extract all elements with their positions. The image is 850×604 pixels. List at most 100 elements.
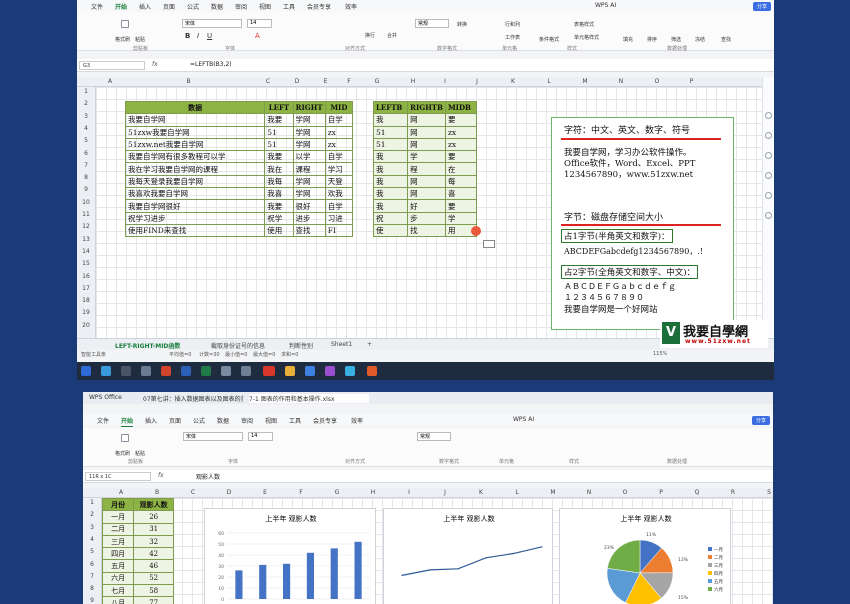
app-icon[interactable] xyxy=(305,366,315,376)
row-header[interactable]: 4 xyxy=(77,125,95,132)
menu-item[interactable]: 页面 xyxy=(163,2,175,11)
table-cell[interactable]: 52 xyxy=(133,571,174,586)
header-cell[interactable]: MID xyxy=(324,100,354,115)
line-point[interactable] xyxy=(457,568,459,570)
column-header[interactable]: F xyxy=(283,489,319,496)
window-tab[interactable]: 7-1 图表的作用和基本操作.xlsx xyxy=(249,394,369,403)
table-cell[interactable]: 每 xyxy=(444,174,478,189)
column-header[interactable]: N xyxy=(603,78,639,85)
row-header[interactable]: 9 xyxy=(77,186,95,193)
column-header[interactable]: G xyxy=(319,489,355,496)
table-cell[interactable]: zx xyxy=(444,125,478,139)
table-cell[interactable]: 七月 xyxy=(101,584,135,598)
table-cell[interactable]: 51 xyxy=(372,137,409,152)
column-header[interactable]: C xyxy=(175,489,211,496)
app-icon[interactable] xyxy=(141,366,151,376)
table-cell[interactable]: 使 xyxy=(372,223,409,238)
table-cell[interactable]: 祝学 xyxy=(264,211,294,225)
line-point[interactable] xyxy=(429,569,431,571)
row-header[interactable]: 7 xyxy=(77,162,95,169)
zoom-level[interactable]: 115% xyxy=(653,351,667,357)
font-color-button[interactable]: A xyxy=(255,32,260,40)
row-header[interactable]: 6 xyxy=(83,561,101,568)
table-cell[interactable]: 我 xyxy=(372,187,409,201)
fill-button[interactable]: 填充 xyxy=(623,36,633,43)
table-cell[interactable]: 要 xyxy=(444,150,478,164)
table-cell[interactable]: 我要自学网有很多教程可以学 xyxy=(124,150,266,164)
window-tab[interactable]: 07第七讲：插入数据图表以及图表的美化 xyxy=(143,394,243,403)
merge-button[interactable]: 合并 xyxy=(387,32,397,39)
table-cell[interactable]: 32 xyxy=(133,534,174,549)
row-header[interactable]: 14 xyxy=(77,248,95,255)
table-cell[interactable]: 学网 xyxy=(292,137,326,152)
filter-button[interactable]: 筛选 xyxy=(671,36,681,43)
table-cell[interactable]: 课程 xyxy=(292,162,326,176)
font-name-select[interactable]: 宋体 xyxy=(183,432,243,441)
row-header[interactable]: 19 xyxy=(77,309,95,316)
menu-item[interactable]: 公式 xyxy=(187,2,199,11)
sort-button[interactable]: 排序 xyxy=(647,36,657,43)
formula-input[interactable]: =LEFTB(B3,2) xyxy=(190,61,232,68)
menu-item[interactable]: 工具 xyxy=(283,2,295,11)
column-header[interactable]: R xyxy=(715,489,751,496)
table-cell[interactable]: 我 xyxy=(372,162,409,176)
table-cell[interactable]: 要 xyxy=(444,113,478,127)
worksheet-button[interactable]: 工作表 xyxy=(505,34,520,41)
edge-icon[interactable] xyxy=(101,366,111,376)
fx-icon[interactable]: fx xyxy=(158,472,164,479)
table-cell[interactable]: 学 xyxy=(444,211,478,225)
table-cell[interactable]: 网 xyxy=(407,174,446,189)
bold-button[interactable]: B xyxy=(185,32,190,40)
column-header[interactable]: I xyxy=(431,78,459,85)
line-point[interactable] xyxy=(513,552,515,554)
paste-icon[interactable] xyxy=(121,434,129,442)
column-header[interactable]: N xyxy=(571,489,607,496)
sheet-tab[interactable]: 截取身份证号的信息 xyxy=(211,341,265,350)
app-icon[interactable] xyxy=(221,366,231,376)
rowcol-button[interactable]: 行和列 xyxy=(505,21,520,28)
table-cell[interactable]: zx xyxy=(324,125,354,139)
bar[interactable] xyxy=(330,548,338,599)
column-header[interactable]: M xyxy=(567,78,603,85)
word-icon[interactable] xyxy=(181,366,191,376)
column-header[interactable]: A xyxy=(97,78,123,85)
header-cell[interactable]: RIGHT xyxy=(292,100,326,115)
table-cell[interactable]: 学网 xyxy=(292,113,326,127)
table-cell[interactable]: 自学 xyxy=(324,199,354,213)
find-button[interactable]: 查找 xyxy=(721,36,731,43)
header-cell[interactable]: 观影人数 xyxy=(133,497,174,512)
table-cell[interactable]: 很好 xyxy=(292,199,326,213)
row-header[interactable]: 13 xyxy=(77,236,95,243)
table-cell[interactable]: 网 xyxy=(407,137,446,152)
row-header[interactable]: 11 xyxy=(77,211,95,218)
name-box[interactable]: 11R x 1C xyxy=(85,472,151,481)
column-header[interactable]: P xyxy=(643,489,679,496)
wrap-button[interactable]: 换行 xyxy=(365,32,375,39)
table-cell[interactable]: 我要 xyxy=(264,199,294,213)
table-cell[interactable]: 程 xyxy=(407,162,446,176)
start-icon[interactable] xyxy=(81,366,91,376)
column-header[interactable]: J xyxy=(459,78,495,85)
table-cell[interactable]: 自学 xyxy=(324,150,354,164)
table-cell[interactable]: 77 xyxy=(133,596,174,604)
table-cell[interactable]: 51 xyxy=(264,137,294,152)
menu-item[interactable]: 文件 xyxy=(97,416,109,425)
column-header[interactable]: M xyxy=(535,489,571,496)
paste-icon[interactable] xyxy=(121,20,129,28)
table-cell[interactable]: 51zxw.net我要自学网 xyxy=(124,137,266,152)
table-cell[interactable]: 好 xyxy=(407,199,446,213)
table-cell[interactable]: 58 xyxy=(133,584,174,598)
menu-item[interactable]: 会员专享 xyxy=(313,416,337,425)
table-cell[interactable]: 在 xyxy=(444,162,478,176)
menu-item[interactable]: 审阅 xyxy=(235,2,247,11)
row-header[interactable]: 5 xyxy=(77,137,95,144)
table-cell[interactable]: zx xyxy=(444,137,478,152)
table-cell[interactable]: 二月 xyxy=(101,522,135,536)
line-point[interactable] xyxy=(485,557,487,559)
table-cell[interactable]: 我每 xyxy=(264,174,294,189)
row-header[interactable]: 3 xyxy=(83,524,101,531)
header-cell[interactable]: 月份 xyxy=(101,497,135,512)
row-header[interactable]: 15 xyxy=(77,260,95,267)
menu-item[interactable]: 视图 xyxy=(259,2,271,11)
table-cell[interactable]: 46 xyxy=(133,559,174,573)
